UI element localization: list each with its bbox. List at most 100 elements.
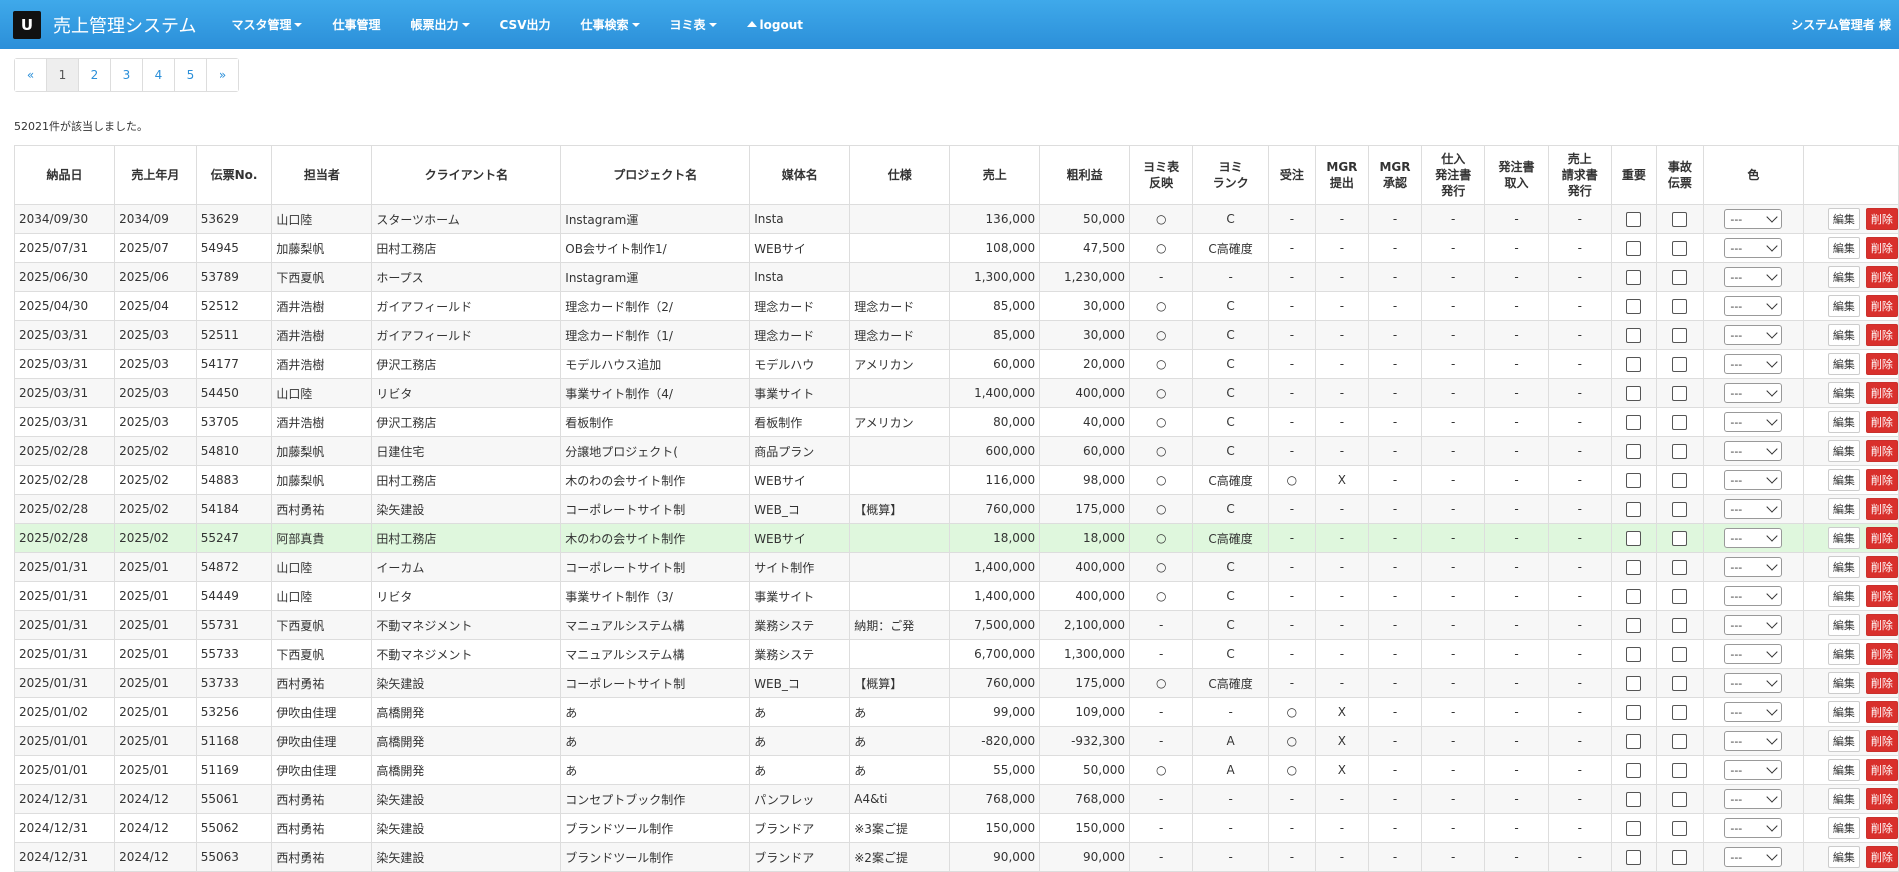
delete-button[interactable]: 削除 — [1865, 672, 1898, 694]
table-row[interactable]: 2024/12/31 2024/12 55061 西村勇祐 染矢建設 コンセプトブック制作… — [13, 784, 1899, 814]
important-checkbox[interactable] — [1626, 791, 1642, 807]
color-select[interactable]: --- — [1724, 847, 1783, 867]
delete-button[interactable]: 削除 — [1865, 585, 1898, 607]
color-select[interactable]: --- — [1724, 673, 1783, 693]
incident-checkbox[interactable] — [1672, 240, 1688, 256]
delete-button[interactable]: 削除 — [1865, 208, 1898, 230]
column-header[interactable]: 重要 — [1610, 145, 1657, 205]
edit-button[interactable]: 編集 — [1827, 382, 1860, 404]
column-header[interactable]: プロジェクト名 — [560, 145, 751, 205]
table-row[interactable]: 2025/01/31 2025/01 55731 下西夏帆 不動マネジメント マニュアルシ… — [13, 610, 1899, 640]
edit-button[interactable]: 編集 — [1827, 295, 1860, 317]
color-select[interactable]: --- — [1724, 499, 1783, 519]
important-checkbox[interactable] — [1626, 327, 1642, 343]
edit-button[interactable]: 編集 — [1827, 759, 1860, 781]
column-header[interactable]: 仕入 発注書 発行 — [1421, 145, 1486, 205]
edit-button[interactable]: 編集 — [1827, 672, 1860, 694]
important-checkbox[interactable] — [1626, 588, 1642, 604]
incident-checkbox[interactable] — [1672, 530, 1688, 546]
important-checkbox[interactable] — [1626, 617, 1642, 633]
column-header[interactable]: 売上年月 — [114, 145, 197, 205]
color-select[interactable]: --- — [1724, 209, 1783, 229]
edit-button[interactable]: 編集 — [1827, 614, 1860, 636]
nav-item-3[interactable]: CSV出力 — [485, 0, 566, 49]
column-header[interactable]: MGR 提出 — [1314, 145, 1369, 205]
logout-link[interactable]: logout — [732, 0, 818, 49]
column-header[interactable] — [1802, 145, 1899, 205]
incident-checkbox[interactable] — [1672, 646, 1688, 662]
important-checkbox[interactable] — [1626, 559, 1642, 575]
table-row[interactable]: 2024/12/31 2024/12 55062 西村勇祐 染矢建設 ブランドツール制作ブ… — [13, 813, 1899, 843]
incident-checkbox[interactable] — [1672, 269, 1688, 285]
color-select[interactable]: --- — [1724, 557, 1783, 577]
important-checkbox[interactable] — [1626, 530, 1642, 546]
edit-button[interactable]: 編集 — [1827, 266, 1860, 288]
delete-button[interactable]: 削除 — [1865, 701, 1898, 723]
color-select[interactable]: --- — [1724, 644, 1783, 664]
incident-checkbox[interactable] — [1672, 472, 1688, 488]
important-checkbox[interactable] — [1626, 269, 1642, 285]
important-checkbox[interactable] — [1626, 240, 1642, 256]
edit-button[interactable]: 編集 — [1827, 556, 1860, 578]
edit-button[interactable]: 編集 — [1827, 846, 1860, 868]
nav-item-0[interactable]: マスタ管理 — [216, 0, 317, 49]
table-row[interactable]: 2025/01/31 2025/01 54449 山口陸 リビタ 事業サイト制作（3/事業… — [13, 581, 1899, 611]
important-checkbox[interactable] — [1626, 675, 1642, 691]
table-row[interactable]: 2025/01/31 2025/01 54872 山口陸 イーカム コーポレートサイト制サ… — [13, 552, 1899, 582]
delete-button[interactable]: 削除 — [1865, 353, 1898, 375]
important-checkbox[interactable] — [1626, 501, 1642, 517]
important-checkbox[interactable] — [1626, 646, 1642, 662]
table-row[interactable]: 2025/03/31 2025/03 54177 酒井浩樹 伊沢工務店 モデルハウス追加モ… — [13, 349, 1899, 379]
incident-checkbox[interactable] — [1672, 704, 1688, 720]
column-header[interactable]: MGR 承認 — [1367, 145, 1423, 205]
delete-button[interactable]: 削除 — [1865, 237, 1898, 259]
delete-button[interactable]: 削除 — [1865, 382, 1898, 404]
table-row[interactable]: 2034/09/30 2034/09 53629 山口陸 スターツホーム Instagra… — [13, 204, 1899, 234]
delete-button[interactable]: 削除 — [1865, 440, 1898, 462]
column-header[interactable]: 売上 請求書 発行 — [1547, 145, 1612, 205]
color-select[interactable]: --- — [1724, 818, 1783, 838]
app-logo-icon[interactable]: U — [13, 10, 41, 39]
edit-button[interactable]: 編集 — [1827, 498, 1860, 520]
table-row[interactable]: 2025/04/30 2025/04 52512 酒井浩樹 ガイアフィールド 理念カード制… — [13, 291, 1899, 321]
delete-button[interactable]: 削除 — [1865, 817, 1898, 839]
column-header[interactable]: 担当者 — [271, 145, 373, 205]
edit-button[interactable]: 編集 — [1827, 701, 1860, 723]
edit-button[interactable]: 編集 — [1827, 643, 1860, 665]
incident-checkbox[interactable] — [1672, 820, 1688, 836]
important-checkbox[interactable] — [1626, 443, 1642, 459]
incident-checkbox[interactable] — [1672, 849, 1688, 865]
edit-button[interactable]: 編集 — [1827, 730, 1860, 752]
important-checkbox[interactable] — [1626, 211, 1642, 227]
delete-button[interactable]: 削除 — [1865, 846, 1898, 868]
table-row[interactable]: 2024/12/31 2024/12 55063 西村勇祐 染矢建設 ブランドツール制作ブ… — [13, 842, 1899, 872]
edit-button[interactable]: 編集 — [1827, 527, 1860, 549]
column-header[interactable]: 受注 — [1267, 145, 1316, 205]
incident-checkbox[interactable] — [1672, 385, 1688, 401]
color-select[interactable]: --- — [1724, 702, 1783, 722]
important-checkbox[interactable] — [1626, 356, 1642, 372]
color-select[interactable]: --- — [1724, 412, 1783, 432]
column-header[interactable]: 事故 伝票 — [1655, 145, 1704, 205]
incident-checkbox[interactable] — [1672, 675, 1688, 691]
important-checkbox[interactable] — [1626, 762, 1642, 778]
page-link[interactable]: 5 — [174, 59, 206, 91]
edit-button[interactable]: 編集 — [1827, 817, 1860, 839]
color-select[interactable]: --- — [1724, 470, 1783, 490]
incident-checkbox[interactable] — [1672, 356, 1688, 372]
incident-checkbox[interactable] — [1672, 414, 1688, 430]
edit-button[interactable]: 編集 — [1827, 237, 1860, 259]
incident-checkbox[interactable] — [1672, 762, 1688, 778]
color-select[interactable]: --- — [1724, 615, 1783, 635]
color-select[interactable]: --- — [1724, 789, 1783, 809]
table-row[interactable]: 2025/01/01 2025/01 51169 伊吹由佳理 高橋開発あああ 55,000… — [13, 755, 1899, 785]
table-row[interactable]: 2025/02/28 2025/02 55247 阿部真貴 田村工務店 木のわの会サイト制… — [13, 523, 1899, 553]
important-checkbox[interactable] — [1626, 820, 1642, 836]
delete-button[interactable]: 削除 — [1865, 759, 1898, 781]
column-header[interactable]: ヨミ表 反映 — [1129, 145, 1194, 205]
table-row[interactable]: 2025/03/31 2025/03 54450 山口陸 リビタ 事業サイト制作（4/事業… — [13, 378, 1899, 408]
nav-item-1[interactable]: 仕事管理 — [317, 0, 395, 49]
table-row[interactable]: 2025/03/31 2025/03 53705 酒井浩樹 伊沢工務店 看板制作 看板制作ア… — [13, 407, 1899, 437]
nav-item-2[interactable]: 帳票出力 — [396, 0, 485, 49]
important-checkbox[interactable] — [1626, 385, 1642, 401]
